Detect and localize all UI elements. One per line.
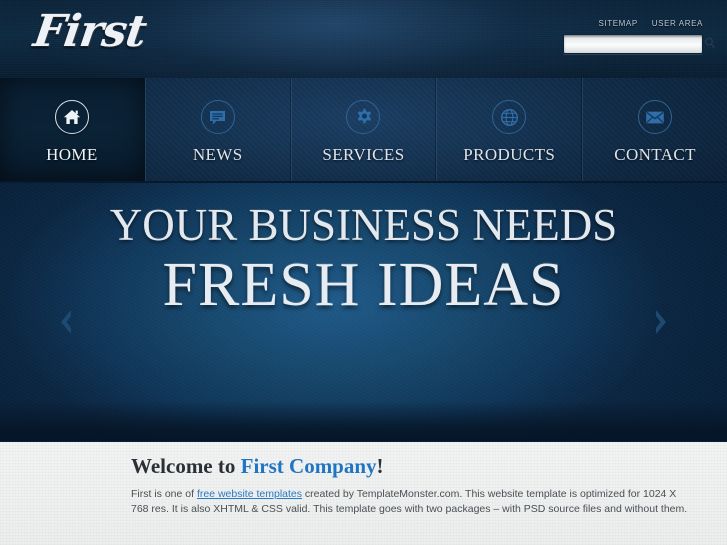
welcome-heading: Welcome to First Company! xyxy=(131,453,693,479)
paragraph-text-part1: First is one of xyxy=(131,488,197,500)
main-navigation: HOME NEWS SERVICES PRODUCTS CONTACT xyxy=(0,78,727,183)
free-website-templates-link[interactable]: free website templates xyxy=(197,488,302,500)
site-logo[interactable]: First xyxy=(31,6,149,57)
hero-slogan-line1: YOUR BUSINESS NEEDS xyxy=(109,200,618,250)
nav-item-news[interactable]: NEWS xyxy=(144,78,291,181)
search-button[interactable] xyxy=(704,36,716,52)
nav-label-services: SERVICES xyxy=(322,145,405,164)
hero-text-block: YOUR BUSINESS NEEDS FRESH IDEAS xyxy=(0,199,727,319)
globe-icon xyxy=(492,100,527,134)
hero-slider: YOUR BUSINESS NEEDS FRESH IDEAS xyxy=(0,183,727,441)
nav-label-products: PRODUCTS xyxy=(463,145,556,164)
nav-item-products[interactable]: PRODUCTS xyxy=(436,78,583,181)
news-icon xyxy=(200,100,235,134)
chevron-right-icon xyxy=(651,307,671,337)
welcome-paragraph: First is one of free website templates c… xyxy=(131,487,693,517)
nav-item-services[interactable]: SERVICES xyxy=(290,78,437,181)
search-input[interactable] xyxy=(568,36,704,52)
home-icon xyxy=(54,100,89,134)
search-box[interactable] xyxy=(563,34,715,54)
nav-label-home: HOME xyxy=(46,145,98,164)
welcome-section: F Welcome to First Company! First is one… xyxy=(0,441,727,545)
sitemap-link[interactable]: SITEMAP xyxy=(598,19,637,28)
page-root: First SITEMAP USER AREA HOME NEWS SERVIC… xyxy=(0,0,727,545)
hero-prev-arrow[interactable] xyxy=(52,303,80,341)
hero-next-arrow[interactable] xyxy=(647,303,675,341)
site-header: First SITEMAP USER AREA xyxy=(0,0,727,78)
nav-label-contact: CONTACT xyxy=(614,145,696,164)
welcome-company-name: First Company xyxy=(240,454,377,478)
user-area-link[interactable]: USER AREA xyxy=(652,19,703,28)
nav-label-news: NEWS xyxy=(192,145,243,164)
top-utility-links: SITEMAP USER AREA xyxy=(598,19,703,28)
welcome-prefix: Welcome to xyxy=(131,454,241,478)
envelope-icon xyxy=(638,100,673,134)
nav-item-home[interactable]: HOME xyxy=(0,78,145,181)
nav-item-contact[interactable]: CONTACT xyxy=(582,78,727,181)
gear-icon xyxy=(346,100,381,134)
welcome-suffix: ! xyxy=(376,454,384,478)
search-icon xyxy=(704,37,716,52)
hero-slogan-line2: FRESH IDEAS xyxy=(162,251,565,319)
welcome-content: Welcome to First Company! First is one o… xyxy=(131,442,727,517)
chevron-left-icon xyxy=(56,307,76,337)
